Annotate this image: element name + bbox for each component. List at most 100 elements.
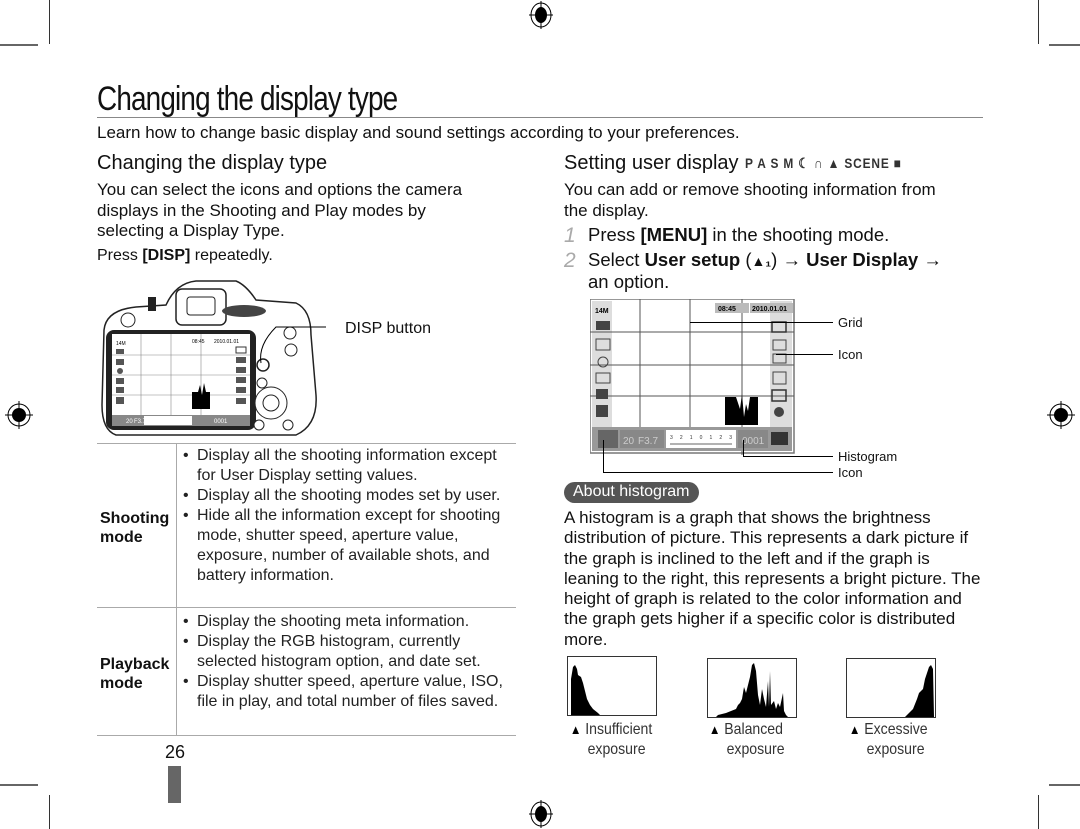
- step-2: 2 Select User setup (▲₁) → User Display …: [564, 249, 984, 297]
- instruction-text: repeatedly.: [190, 247, 273, 264]
- instruction-text: Press: [97, 247, 143, 264]
- lcd-counter: 0001: [214, 419, 228, 425]
- page-tab-marker: [168, 766, 181, 803]
- callout-icon: Icon: [838, 465, 863, 480]
- bullet-list: Display all the shooting information exc…: [182, 446, 512, 586]
- disp-button-icon: [256, 358, 270, 372]
- section-description: You can add or remove shooting informati…: [564, 180, 936, 220]
- table-divider: [97, 607, 516, 608]
- step-number: 2: [564, 249, 576, 272]
- crop-mark: [1049, 784, 1080, 786]
- image-size-icon: [596, 321, 610, 330]
- label-line: exposure: [866, 741, 925, 758]
- about-histogram-badge: About histogram: [564, 482, 699, 503]
- battery-icon: [771, 432, 788, 445]
- triangle-marker-icon: ▲: [849, 722, 861, 737]
- callout-line-histogram: [743, 440, 744, 457]
- page-number: 26: [165, 742, 186, 762]
- shooting-mode-icons: P A S M ☾ ∩ ▲ SCENE ■: [744, 155, 902, 172]
- callout-icon: Icon: [838, 347, 863, 362]
- histogram-label-excessive: ▲ Excessive exposure: [849, 720, 928, 760]
- registration-mark-icon: [1047, 401, 1075, 429]
- crop-mark: [1038, 0, 1039, 44]
- histogram-graph: [725, 394, 758, 425]
- registration-mark-icon: [5, 401, 33, 429]
- label-line: Insufficient: [585, 721, 653, 738]
- title-divider: [97, 117, 983, 118]
- menu-key-label: [MENU]: [640, 224, 708, 245]
- bullet-item: Display all the shooting information exc…: [182, 446, 512, 486]
- callout-line-icon: [776, 354, 833, 355]
- crop-mark: [0, 44, 38, 46]
- bullet-item: Display shutter speed, aperture value, I…: [182, 672, 512, 712]
- histogram-excessive-graph: [905, 665, 934, 717]
- crop-mark: [49, 0, 50, 44]
- lcd-date: 2010.01.01: [214, 339, 239, 345]
- heading-text: Setting user display: [564, 152, 739, 174]
- page-title: Changing the display type: [97, 80, 398, 118]
- lcd-aperture: F3.7: [134, 419, 147, 425]
- row-header-line: mode: [100, 529, 143, 546]
- callout-line-grid: [690, 322, 833, 323]
- user-setup-label: User setup: [644, 249, 741, 270]
- table-divider: [97, 443, 516, 444]
- lcd-counter: 0001: [742, 436, 765, 447]
- section-heading-user-display: Setting user display P A S M ☾ ∩ ▲ SCENE …: [564, 152, 929, 175]
- lcd-time: 08:45: [718, 306, 736, 313]
- lcd-date: 2010.01.01: [752, 306, 787, 313]
- label-line: Balanced: [724, 721, 783, 738]
- bullet-item: Hide all the information except for shoo…: [182, 506, 512, 586]
- callout-line-histogram: [743, 456, 833, 457]
- histogram-excessive: [846, 658, 936, 718]
- label-line: Excessive: [864, 721, 928, 738]
- section-description: You can select the icons and options the…: [97, 180, 463, 240]
- row-header-line: Shooting: [100, 510, 170, 527]
- bullet-list: Display the shooting meta information. D…: [182, 612, 512, 712]
- shooting-mode-icon: [598, 430, 618, 448]
- histogram-balanced: [707, 658, 797, 718]
- registration-mark-icon: [529, 1, 553, 29]
- label-line: exposure: [587, 741, 646, 758]
- step-text-continued: an option.: [588, 271, 670, 292]
- triangle-marker-icon: ▲: [570, 722, 582, 737]
- crop-mark: [1049, 44, 1080, 46]
- callout-line-icon: [603, 472, 833, 473]
- label-line: exposure: [726, 741, 785, 758]
- crop-mark: [49, 795, 50, 829]
- lcd-aperture: F3.7: [638, 436, 658, 447]
- user-setup-icon: ▲₁: [751, 253, 772, 269]
- disp-key-label: [DISP]: [142, 247, 191, 264]
- section-heading-display-type: Changing the display type: [97, 152, 328, 174]
- page-intro: Learn how to change basic display and so…: [97, 123, 740, 142]
- table-divider: [97, 735, 516, 736]
- callout-grid: Grid: [838, 315, 863, 330]
- crop-mark: [1038, 795, 1039, 829]
- histogram-balanced-graph: [716, 663, 788, 717]
- lcd-resolution: 14M: [116, 341, 126, 347]
- disp-button-callout: DISP button: [345, 320, 431, 337]
- step-1: 1 Press [MENU] in the shooting mode.: [564, 224, 984, 248]
- histogram-insufficient-graph: [571, 665, 600, 715]
- step-text: Select User setup (▲₁) → User Display →: [588, 249, 942, 270]
- bullet-item: Display the RGB histogram, currently sel…: [182, 632, 512, 672]
- press-disp-instruction: Press [DISP] repeatedly.: [97, 247, 273, 265]
- crop-mark: [0, 784, 38, 786]
- row-header-line: Playback: [100, 656, 170, 673]
- step-text: Press [MENU] in the shooting mode.: [588, 224, 890, 245]
- histogram-label-balanced: ▲ Balanced exposure: [709, 720, 785, 760]
- lcd-shots: 20: [623, 436, 635, 447]
- registration-mark-icon: [529, 800, 553, 828]
- picture-wizard-icon: [774, 407, 784, 417]
- lcd-resolution: 14M: [595, 308, 609, 315]
- bullet-item: Display the shooting meta information.: [182, 612, 512, 632]
- row-header-line: mode: [100, 675, 143, 692]
- histogram-label-insufficient: ▲ Insufficient exposure: [570, 720, 652, 760]
- table-column-divider: [176, 443, 177, 735]
- callout-line-icon: [603, 440, 604, 473]
- callout-histogram: Histogram: [838, 449, 898, 464]
- ois-icon: [596, 405, 608, 417]
- user-display-label: User Display: [806, 249, 919, 270]
- drive-icon: [596, 389, 608, 399]
- lcd-time: 08:45: [192, 339, 205, 345]
- triangle-marker-icon: ▲: [709, 722, 721, 737]
